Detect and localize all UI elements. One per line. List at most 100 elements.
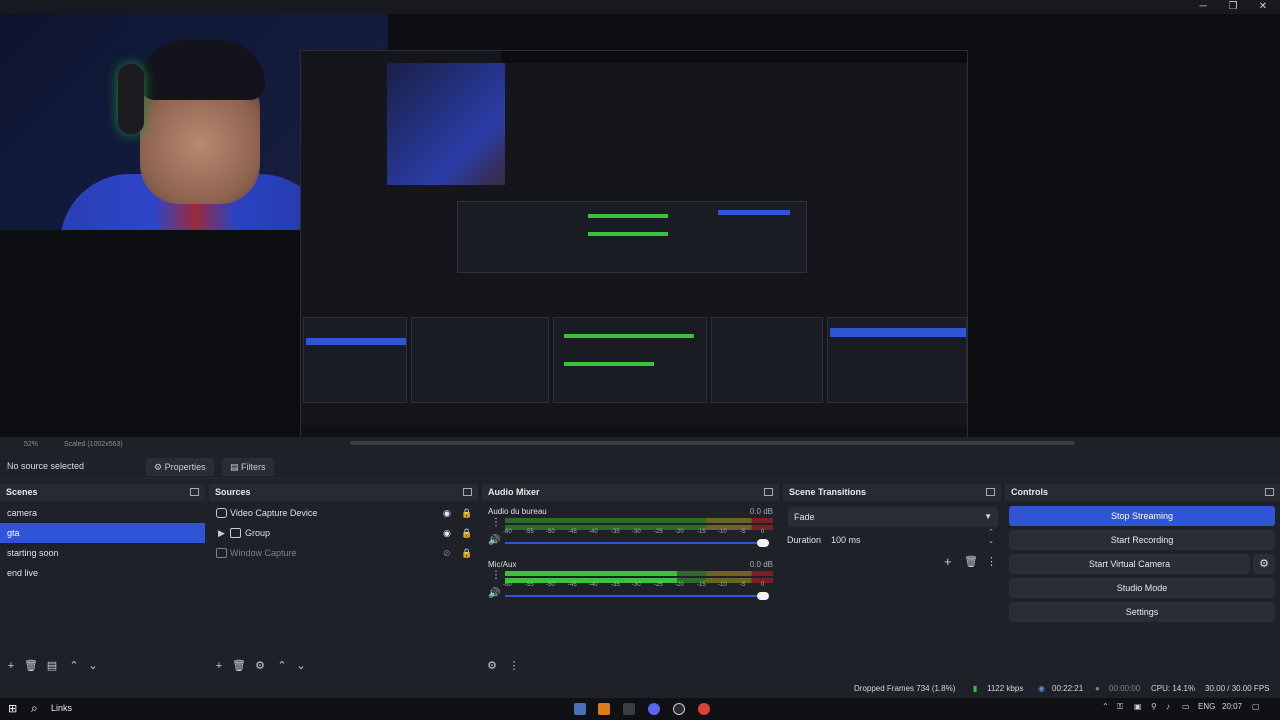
scene-item[interactable]: starting soon [0, 543, 205, 563]
spinner-icon[interactable]: ⌃ ⌄ [988, 528, 994, 546]
tick-label: -5 [740, 529, 746, 535]
more-icon[interactable]: ⋮ [491, 570, 501, 581]
language[interactable]: ENG [1198, 702, 1215, 711]
undock-icon[interactable] [764, 488, 773, 496]
chevron-down-icon[interactable]: ⌄ [87, 660, 99, 672]
windows-start-icon[interactable]: ⊞ [8, 702, 17, 715]
search-text[interactable]: Links [51, 703, 72, 713]
trash-icon[interactable]: 🗑 [24, 660, 38, 672]
gear-icon: ⚙ [154, 462, 165, 472]
chevron-down-icon[interactable]: ⌄ [295, 660, 307, 672]
lock-icon[interactable]: 🔒 [461, 503, 472, 523]
scene-item[interactable]: end live [0, 563, 205, 583]
filter-icon[interactable]: ▤ [46, 660, 58, 672]
source-label: Video Capture Device [230, 508, 318, 518]
volume-handle[interactable] [757, 592, 769, 600]
tick-label: -35 [611, 529, 620, 535]
lock-icon[interactable]: 🔒 [461, 543, 472, 563]
chrome-icon[interactable] [698, 703, 710, 715]
start-recording-button[interactable]: Start Recording [1009, 530, 1275, 550]
preview-canvas[interactable] [0, 14, 1280, 437]
lock-icon[interactable]: 🔒 [461, 523, 472, 543]
mixer-channel: Mic/Aux 0.0 dB ⋮ -60 -55 -50 -45 -40 -35 -30 -25 -2… [482, 560, 779, 612]
channel-db: 0.0 dB [749, 507, 773, 516]
tick-label: -50 [546, 529, 555, 535]
more-icon[interactable]: ⋮ [491, 517, 501, 528]
discord-icon[interactable] [648, 703, 660, 715]
scenes-dock: Scenes camera gta starting soon end live + … [0, 484, 205, 676]
restore-icon[interactable]: ❐ [1218, 0, 1248, 14]
settings-button[interactable]: Settings [1009, 602, 1275, 622]
tick-label: -15 [697, 582, 706, 588]
volume-icon[interactable]: ♪ [1166, 702, 1170, 711]
search-icon[interactable]: ⌕ [31, 701, 38, 716]
undock-icon[interactable] [1265, 488, 1274, 496]
speaker-icon[interactable]: 🔊 [488, 588, 500, 599]
clock[interactable]: 20:07 [1222, 702, 1242, 711]
transition-select[interactable]: Fade ▼ [788, 507, 998, 527]
filters-button[interactable]: ▤ Filters [222, 458, 274, 476]
camera-icon[interactable]: ▣ [1134, 702, 1142, 711]
more-icon[interactable]: ⋮ [986, 555, 997, 568]
source-item-video-capture[interactable]: Video Capture Device ◉ 🔒 [209, 503, 478, 523]
source-item-group[interactable]: ▶ Group ◉ 🔒 [209, 523, 478, 543]
minimize-icon[interactable]: ─ [1188, 0, 1218, 14]
duration-input[interactable]: 100 ms ⌃ ⌄ [827, 528, 998, 549]
scene-item[interactable]: gta [0, 523, 205, 543]
trash-icon[interactable]: 🗑 [232, 660, 246, 672]
duration-value: 100 ms [831, 535, 861, 545]
app-icon[interactable] [574, 703, 586, 715]
chevron-up-icon[interactable]: ⌃ [68, 660, 80, 672]
undock-icon[interactable] [463, 488, 472, 496]
gear-icon[interactable]: ⚙ [486, 660, 498, 672]
volume-slider[interactable] [505, 595, 763, 597]
tick-label: -50 [546, 582, 555, 588]
tick-label: -10 [718, 582, 727, 588]
duration-label: Duration [787, 535, 822, 545]
eye-hidden-icon[interactable]: ⊘ [443, 543, 451, 563]
tick-label: -40 [589, 529, 598, 535]
tick-label: -30 [632, 582, 641, 588]
microphone-icon[interactable]: ⚲ [1151, 702, 1157, 711]
undock-icon[interactable] [190, 488, 199, 496]
add-icon[interactable]: + [5, 660, 17, 672]
expand-icon[interactable]: ▶ [218, 523, 225, 543]
studio-mode-button[interactable]: Studio Mode [1009, 578, 1275, 598]
preview-scrollbar[interactable] [350, 441, 1075, 445]
add-icon[interactable]: + [944, 554, 952, 569]
start-virtual-camera-button[interactable]: Start Virtual Camera [1009, 554, 1250, 574]
volume-handle[interactable] [757, 539, 769, 547]
volume-slider[interactable] [505, 542, 763, 544]
properties-button[interactable]: ⚙ Properties [146, 458, 214, 476]
obs-icon[interactable] [673, 703, 685, 715]
tick-label: -60 [503, 582, 512, 588]
battery-icon[interactable]: ▭ [1182, 702, 1190, 711]
eye-icon[interactable]: ◉ [443, 503, 451, 523]
gear-icon[interactable]: ⚙ [1253, 554, 1275, 574]
notifications-icon[interactable]: ▢ [1252, 702, 1260, 711]
tick-label: -5 [740, 582, 746, 588]
chevron-up-icon[interactable]: ⌃ [276, 660, 288, 672]
more-icon[interactable]: ⋮ [508, 660, 520, 672]
scene-item[interactable]: camera [0, 503, 205, 523]
source-item-window-capture[interactable]: Window Capture ⊘ 🔒 [209, 543, 478, 563]
chevron-down-icon: ▼ [984, 512, 992, 521]
meter-ticks: -60 -55 -50 -45 -40 -35 -30 -25 -20 -15 -10 -5 0 [503, 582, 771, 590]
eye-icon[interactable]: ◉ [443, 523, 451, 543]
zoom-level[interactable]: 52% [24, 441, 38, 448]
undock-icon[interactable] [986, 488, 995, 496]
speaker-icon[interactable]: 🔊 [488, 535, 500, 546]
vlc-icon[interactable] [598, 703, 610, 715]
level-meter-bg [505, 518, 773, 523]
network-icon[interactable]: ⚿ [1117, 702, 1123, 712]
status-bar: Dropped Frames 734 (1.8%) ▮ 1122 kbps ◉ … [0, 683, 1280, 697]
trash-icon[interactable]: 🗑 [964, 555, 978, 568]
close-icon[interactable]: ✕ [1248, 0, 1278, 14]
app-icon[interactable] [623, 703, 635, 715]
sources-toolbar: + 🗑 ⚙ ⌃ ⌄ [209, 656, 478, 676]
tray-chevron-icon[interactable]: ⌃ [1102, 702, 1109, 711]
stop-streaming-button[interactable]: Stop Streaming [1009, 506, 1275, 526]
channel-name: Audio du bureau [488, 507, 547, 516]
gear-icon[interactable]: ⚙ [254, 660, 266, 672]
add-icon[interactable]: + [213, 660, 225, 672]
